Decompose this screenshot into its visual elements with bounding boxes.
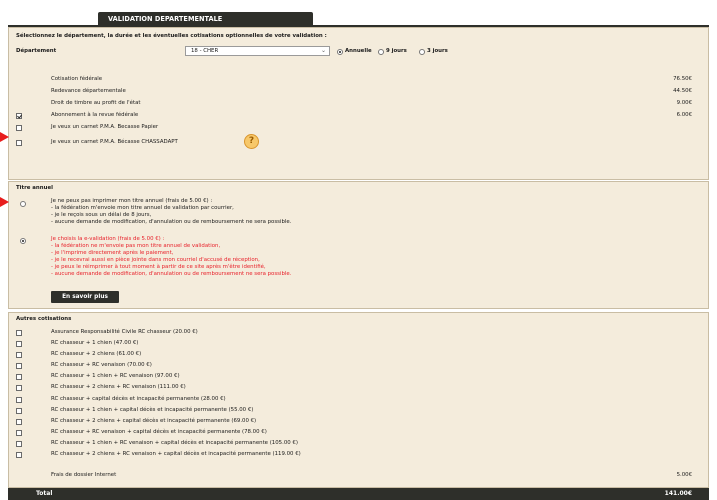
rc-item: RC chasseur + 1 chien + RC venaison + ca…: [51, 440, 298, 446]
rc-item: RC chasseur + RC venaison + capital décè…: [51, 429, 267, 435]
label-3-jours[interactable]: 3 jours: [427, 48, 448, 55]
departement-select[interactable]: 18 - CHER ⌄: [185, 46, 330, 56]
tab-validation-departementale[interactable]: VALIDATION DEPARTEMENTALE: [98, 12, 313, 26]
checkbox-rc-4[interactable]: [16, 363, 22, 369]
titre-option2-line1: Je choisis la e-validation (frais de 5.0…: [51, 236, 165, 242]
checkbox-carnet-chassadapt[interactable]: [16, 140, 22, 146]
radio-annuelle[interactable]: [337, 49, 343, 55]
titre-option1-line1: Je ne peux pas imprimer mon titre annuel…: [51, 198, 213, 204]
total-label: Total: [36, 490, 53, 497]
titre-option2-line2: - la fédération ne m'envoie pas mon titr…: [51, 243, 221, 249]
autres-heading: Autres cotisations: [16, 316, 72, 322]
checkbox-rc-3[interactable]: [16, 352, 22, 358]
titre-option2-line4: - je le recevrai aussi en pièce jointe d…: [51, 257, 260, 263]
rc-item: RC chasseur + 1 chien + capital décès et…: [51, 407, 254, 413]
frais-dossier-amount: 5.00€: [676, 472, 692, 478]
rc-item: RC chasseur + RC venaison (70.00 €): [51, 362, 152, 368]
checkbox-rc-12[interactable]: [16, 452, 22, 458]
titre-option1-line4: - aucune demande de modification, d'annu…: [51, 219, 292, 225]
fee-cotisation-federale-amount: 76.50€: [673, 76, 692, 82]
rc-item: RC chasseur + 2 chiens + RC venaison + c…: [51, 451, 301, 457]
titre-heading: Titre annuel: [16, 185, 53, 191]
titre-option2-line6: - aucune demande de modification, d'annu…: [51, 271, 292, 277]
rc-item: RC chasseur + 2 chiens + capital décès e…: [51, 418, 257, 424]
fee-redevance-amount: 44.50€: [673, 88, 692, 94]
arrow-pointer-icon: [0, 197, 9, 207]
total-bar: Total 141.00€: [8, 488, 709, 500]
option-revue-amount: 6.00€: [676, 112, 692, 118]
frais-dossier-label: Frais de dossier Internet: [51, 472, 117, 478]
titre-option2-line3: - je l'imprime directement après le paie…: [51, 250, 174, 256]
rc-item: Assurance Responsabilité Civile RC chass…: [51, 329, 198, 335]
radio-titre-courrier[interactable]: [20, 201, 26, 207]
titre-option1-line2: - la fédération m'envoie mon titre annue…: [51, 205, 234, 211]
total-amount: 141.00€: [664, 490, 692, 497]
checkbox-rc-8[interactable]: [16, 408, 22, 414]
option-carnet-papier: Je veux un carnet P.M.A. Becasse Papier: [51, 124, 159, 130]
fee-redevance: Redevance départementale: [51, 88, 126, 94]
checkbox-rc-11[interactable]: [16, 441, 22, 447]
rc-item: RC chasseur + 2 chiens + RC venaison (11…: [51, 384, 186, 390]
chevron-down-icon: ⌄: [320, 47, 326, 54]
label-9-jours[interactable]: 9 jours: [386, 48, 407, 55]
checkbox-rc-6[interactable]: [16, 385, 22, 391]
departement-value: 18 - CHER: [191, 48, 219, 54]
radio-9-jours[interactable]: [378, 49, 384, 55]
titre-option1-line3: - je le reçois sous un délai de 8 jours,: [51, 212, 152, 218]
checkbox-rc-5[interactable]: [16, 374, 22, 380]
fee-cotisation-federale: Cotisation fédérale: [51, 76, 103, 82]
checkbox-rc-10[interactable]: [16, 430, 22, 436]
option-revue: Abonnement à la revue fédérale: [51, 112, 139, 118]
instructions: Sélectionnez le département, la durée et…: [16, 33, 327, 39]
radio-titre-evalidation[interactable]: [20, 238, 26, 244]
checkbox-rc-1[interactable]: [16, 330, 22, 336]
radio-3-jours[interactable]: [419, 49, 425, 55]
checkbox-carnet-papier[interactable]: [16, 125, 22, 131]
option-carnet-chassadapt: Je veux un carnet P.M.A. Bécasse CHASSAD…: [51, 139, 178, 145]
label-annuelle[interactable]: Annuelle: [345, 48, 372, 55]
question-icon[interactable]: ?: [244, 134, 259, 149]
checkbox-revue[interactable]: [16, 113, 22, 119]
fee-timbre: Droit de timbre au profit de l'état: [51, 100, 141, 106]
titre-option2-line5: - je peux le réimprimer à tout moment à …: [51, 264, 266, 270]
en-savoir-plus-button[interactable]: En savoir plus: [51, 291, 119, 303]
rc-item: RC chasseur + 2 chiens (61.00 €): [51, 351, 142, 357]
checkbox-rc-7[interactable]: [16, 397, 22, 403]
checkbox-rc-2[interactable]: [16, 341, 22, 347]
rc-item: RC chasseur + 1 chien + RC venaison (97.…: [51, 373, 180, 379]
arrow-pointer-icon: [0, 132, 9, 142]
departement-label: Département: [16, 48, 57, 54]
rc-item: RC chasseur + 1 chien (47.00 €): [51, 340, 139, 346]
fee-timbre-amount: 9.00€: [676, 100, 692, 106]
rc-item: RC chasseur + capital décès et incapacit…: [51, 396, 226, 402]
checkbox-rc-9[interactable]: [16, 419, 22, 425]
